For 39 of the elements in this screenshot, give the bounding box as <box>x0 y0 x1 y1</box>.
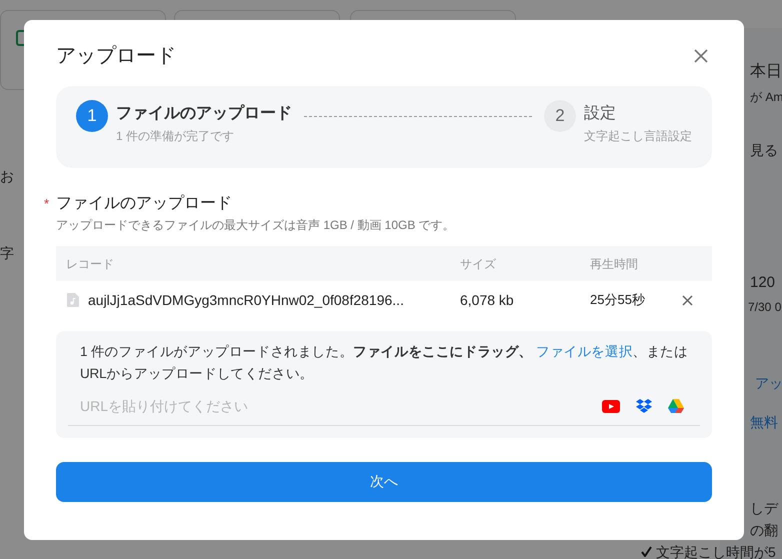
audio-file-icon <box>66 292 80 308</box>
dropzone[interactable]: 1 件のファイルがアップロードされました。ファイルをここにドラッグ、 ファイルを選択、またはURLからアップロードしてください。 URLを貼り付けてください <box>56 331 712 438</box>
action-link[interactable]: アッ <box>755 373 782 394</box>
sidebar-text: お <box>0 167 14 186</box>
view-button[interactable]: 見る <box>750 140 778 161</box>
hint-text: アップロードできるファイルの最大サイズは音声 1GB / 動画 10GB です。 <box>56 217 456 234</box>
trial-link[interactable]: 無料 <box>750 412 778 433</box>
feature-text: 文字起こし時間が5 <box>656 543 776 559</box>
required-mark: * <box>44 195 50 213</box>
close-icon[interactable] <box>682 294 693 306</box>
minutes-text: 120 <box>750 273 776 293</box>
check-icon <box>641 546 652 557</box>
step-title: 設定 <box>584 104 617 124</box>
triangle-icon[interactable] <box>668 399 684 414</box>
section-title: ファイルのアップロード <box>56 195 232 212</box>
column-header: サイズ <box>460 256 496 270</box>
feature-text: の翻 <box>750 521 778 540</box>
step-number: 1 <box>76 100 108 132</box>
step-subtitle: 文字起こし言語設定 <box>584 128 692 146</box>
date-text: 7/30 0 <box>748 299 782 316</box>
url-field[interactable]: URLを貼り付けてください <box>80 396 602 417</box>
step-subtitle: 1 件の準備が完了です <box>116 128 236 146</box>
box-icon[interactable] <box>636 399 652 414</box>
step-title: ファイルのアップロード <box>116 104 292 124</box>
file-name: aujlJj1aSdVDMGyg3mncR0YHnw02_0f08f28196... <box>88 290 404 310</box>
file-select-link[interactable]: ファイルを選択 <box>536 344 633 359</box>
file-size: 6,078 kb <box>460 292 514 308</box>
next-button[interactable]: 次へ <box>56 462 712 502</box>
panel-title: 本日 <box>750 62 782 82</box>
video-play-icon[interactable] <box>602 400 620 413</box>
dialog-title: アップロード <box>56 44 176 68</box>
column-header: 再生時間 <box>590 256 638 270</box>
sidebar-text: 字 <box>0 244 14 263</box>
close-icon[interactable] <box>694 49 708 63</box>
dropzone-text: 1 件のファイルがアップロードされました。ファイルをここにドラッグ、 ファイルを選択、またはURLからアップロードしてください。 <box>79 343 689 384</box>
step-number: 2 <box>544 100 576 132</box>
column-header: レコード <box>66 256 114 270</box>
feature-text: しデ <box>750 499 778 518</box>
file-duration: 25分55秒 <box>590 292 645 308</box>
